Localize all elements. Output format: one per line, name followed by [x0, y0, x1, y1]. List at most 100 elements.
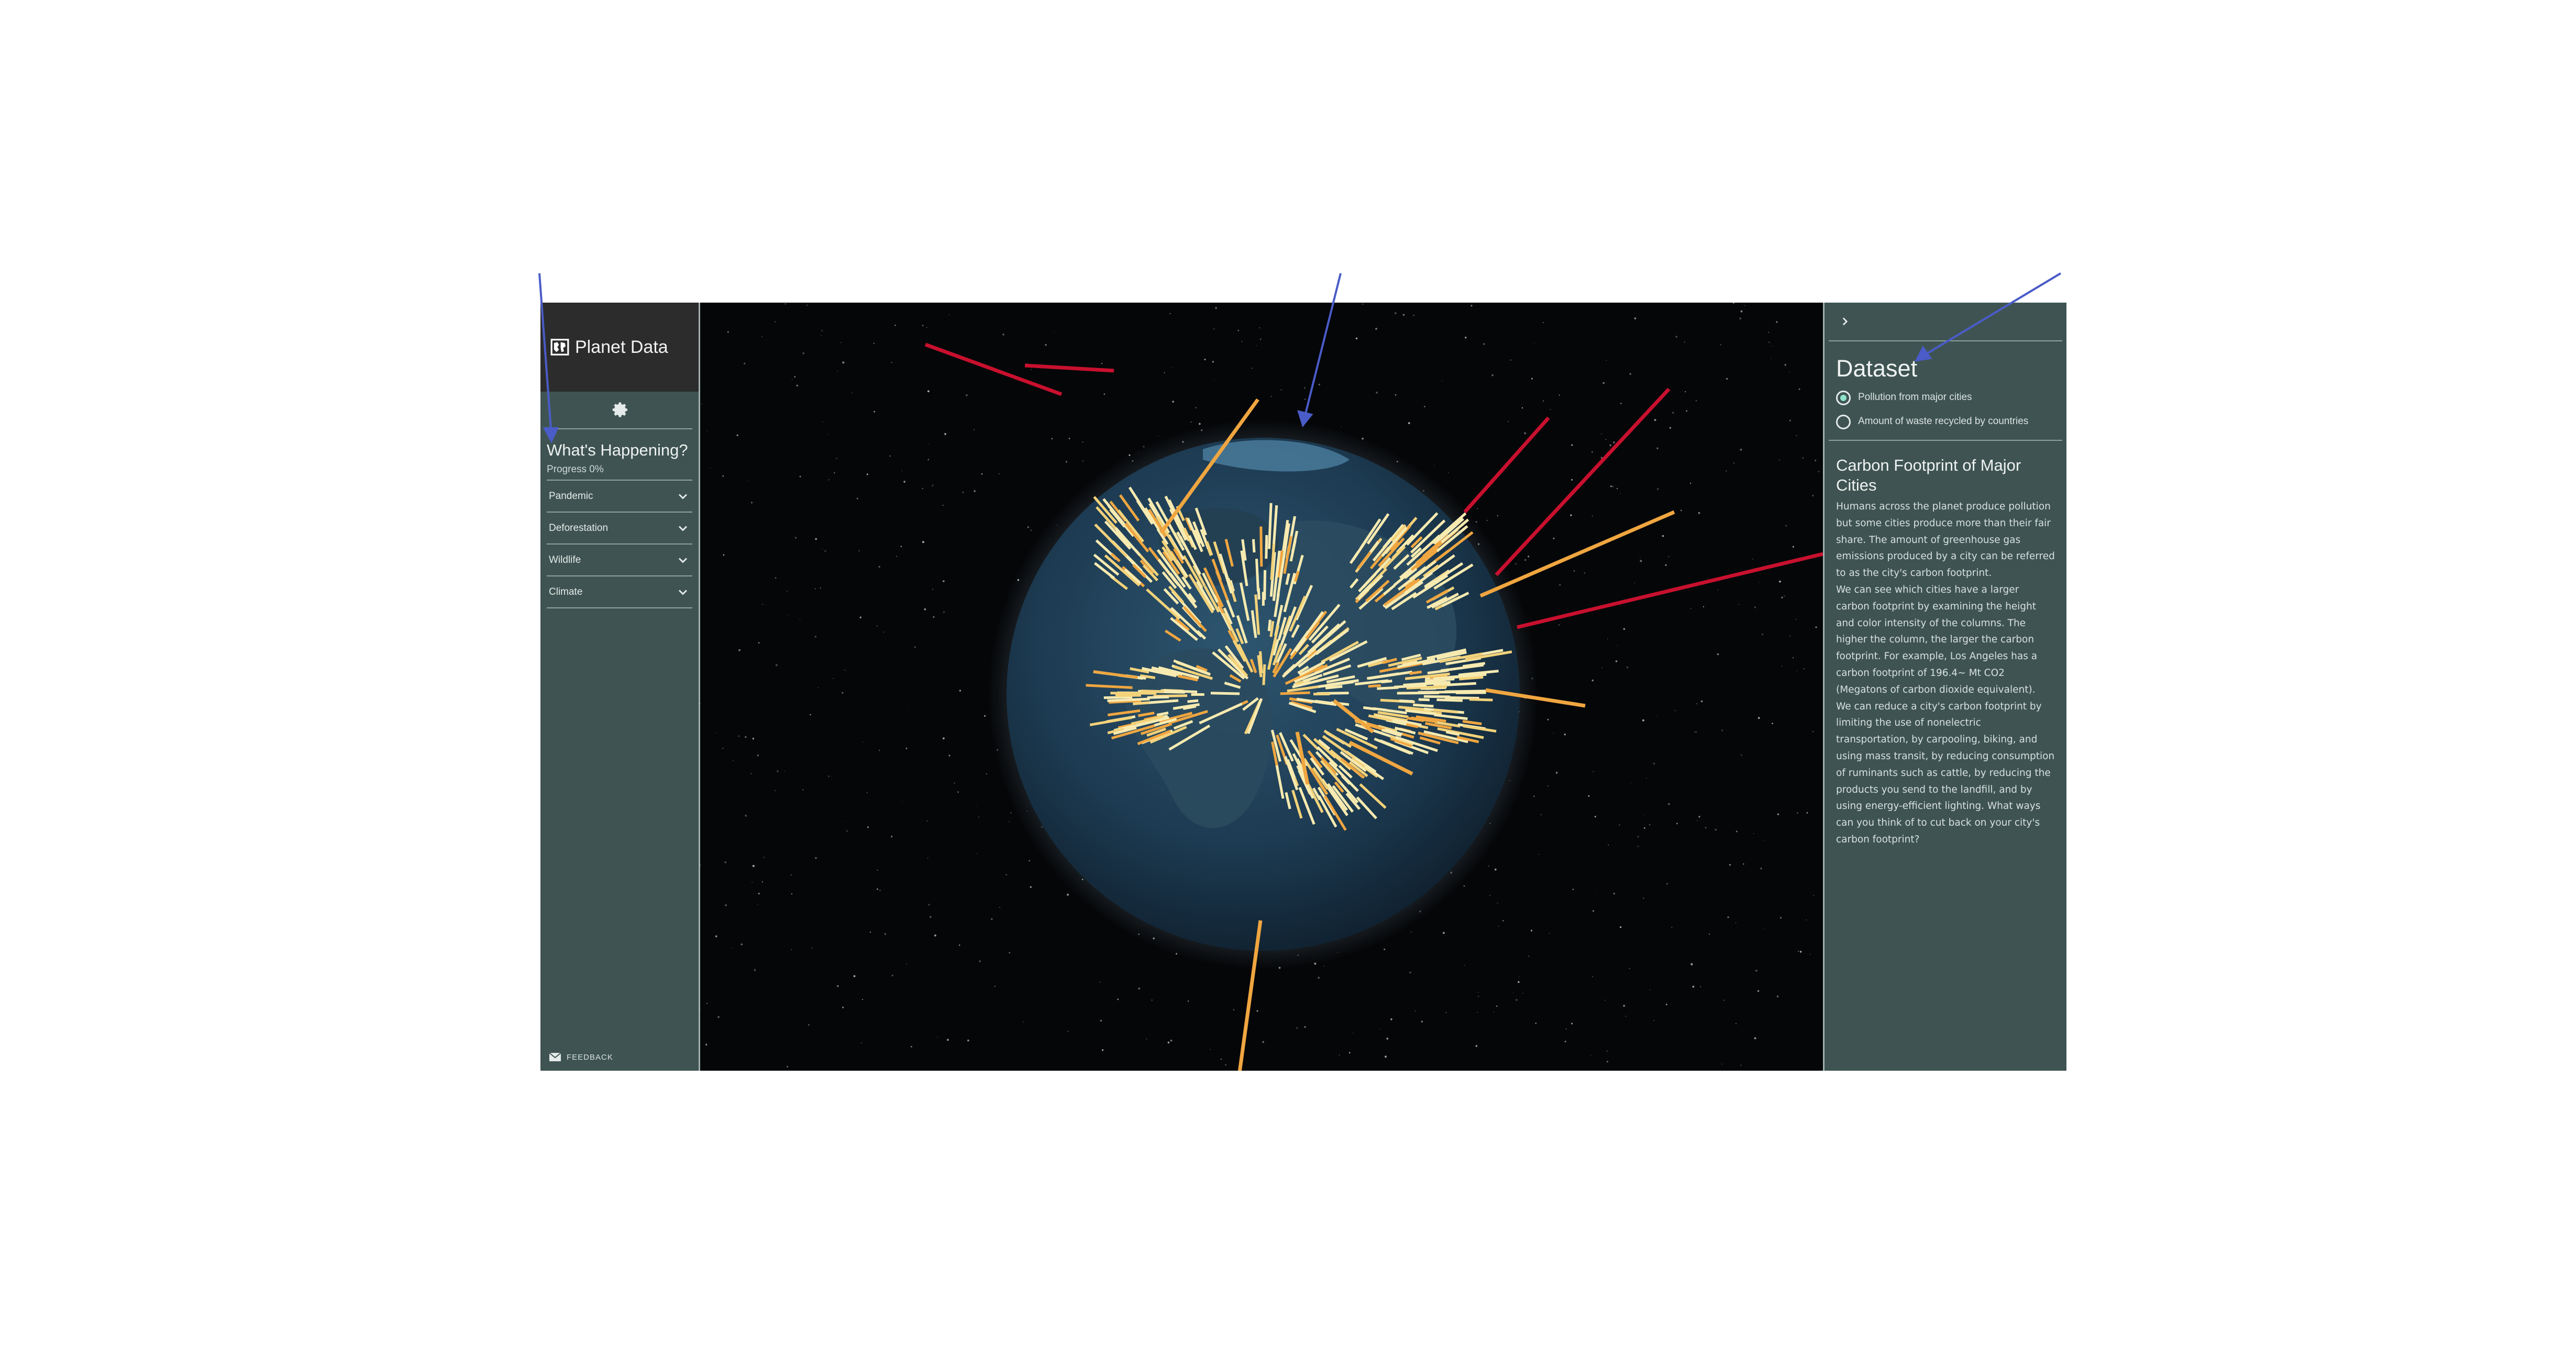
city-column	[1255, 559, 1259, 592]
star	[1740, 754, 1743, 757]
star	[715, 935, 717, 938]
star	[744, 362, 746, 364]
star	[957, 791, 959, 793]
star	[745, 736, 747, 738]
star	[1198, 423, 1201, 425]
star	[1547, 718, 1549, 720]
star	[814, 636, 817, 638]
star	[758, 642, 760, 644]
star	[1172, 401, 1174, 403]
star	[1733, 462, 1735, 464]
city-column	[1267, 619, 1272, 631]
star	[784, 771, 786, 772]
star	[1542, 322, 1544, 324]
radio-selected[interactable]	[1836, 391, 1851, 405]
star	[1409, 971, 1411, 974]
star	[821, 335, 822, 337]
star	[1646, 778, 1647, 779]
star	[962, 492, 964, 493]
star	[1629, 373, 1631, 375]
star	[1591, 680, 1594, 682]
star	[1772, 723, 1774, 725]
star	[1754, 606, 1756, 608]
star	[1564, 1040, 1566, 1042]
star	[1717, 653, 1719, 656]
star	[1570, 514, 1572, 516]
city-column	[1141, 690, 1164, 693]
radio-unselected[interactable]	[1836, 415, 1851, 429]
star	[1355, 337, 1358, 340]
star	[1590, 1055, 1591, 1056]
gear-icon[interactable]	[609, 399, 630, 420]
star	[1795, 618, 1797, 620]
star	[994, 985, 996, 987]
star	[999, 907, 1001, 908]
article-paragraph: Humans across the planet produce polluti…	[1836, 501, 2055, 579]
article-paragraph: We can reduce a city's carbon footprint …	[1836, 701, 2055, 845]
star	[1640, 560, 1642, 562]
star	[795, 537, 797, 539]
topic-item-deforestation[interactable]: Deforestation	[547, 513, 692, 545]
feedback-button[interactable]: FEEDBACK	[549, 1052, 613, 1062]
star	[974, 490, 976, 492]
city-column-tall	[1463, 416, 1550, 514]
star	[1781, 596, 1783, 598]
star	[1616, 645, 1617, 646]
city-column	[1444, 690, 1487, 693]
star	[811, 947, 813, 949]
star	[922, 487, 923, 490]
dataset-option-waste[interactable]: Amount of waste recycled by countries	[1836, 414, 2055, 429]
feedback-label: FEEDBACK	[567, 1052, 613, 1062]
star	[1023, 1021, 1024, 1023]
star	[1740, 310, 1743, 313]
star	[1030, 886, 1032, 888]
star	[842, 1006, 844, 1008]
dataset-option-pollution[interactable]: Pollution from major cities	[1836, 390, 2055, 405]
star	[927, 459, 929, 461]
star	[1594, 816, 1596, 818]
star	[1605, 999, 1606, 1001]
star	[1602, 382, 1605, 384]
city-column	[1413, 703, 1434, 708]
star	[1386, 1037, 1389, 1040]
star	[1441, 380, 1443, 382]
city-column	[1187, 699, 1199, 703]
star	[791, 893, 792, 895]
star	[1649, 824, 1651, 826]
star	[943, 612, 945, 613]
topic-label: Deforestation	[549, 522, 609, 534]
star	[1553, 732, 1554, 734]
star	[926, 327, 927, 328]
star	[1528, 556, 1530, 558]
star	[1609, 444, 1612, 447]
star	[1362, 303, 1364, 305]
star	[1259, 338, 1262, 340]
star	[1158, 435, 1159, 437]
star	[1558, 624, 1560, 626]
star	[867, 792, 868, 793]
star	[1237, 329, 1240, 331]
star	[986, 773, 987, 775]
star	[1802, 457, 1804, 459]
star	[1812, 494, 1814, 497]
star	[794, 376, 795, 377]
star	[1669, 427, 1672, 429]
topic-item-climate[interactable]: Climate	[547, 576, 692, 608]
star	[1571, 479, 1573, 481]
topic-item-pandemic[interactable]: Pandemic	[547, 481, 692, 513]
star	[1740, 449, 1742, 451]
star	[1270, 396, 1272, 397]
star	[1341, 426, 1342, 427]
star	[1619, 824, 1620, 826]
star	[796, 384, 799, 387]
star	[859, 616, 861, 618]
star	[740, 943, 743, 946]
collapse-panel-button[interactable]	[1829, 303, 2062, 341]
globe-viewport[interactable]	[700, 303, 1823, 1071]
star	[1720, 344, 1721, 346]
star	[1796, 670, 1798, 672]
topic-item-wildlife[interactable]: Wildlife	[547, 545, 692, 576]
star	[1413, 314, 1414, 316]
star	[1572, 888, 1574, 890]
globe-scene[interactable]	[700, 303, 1823, 1071]
